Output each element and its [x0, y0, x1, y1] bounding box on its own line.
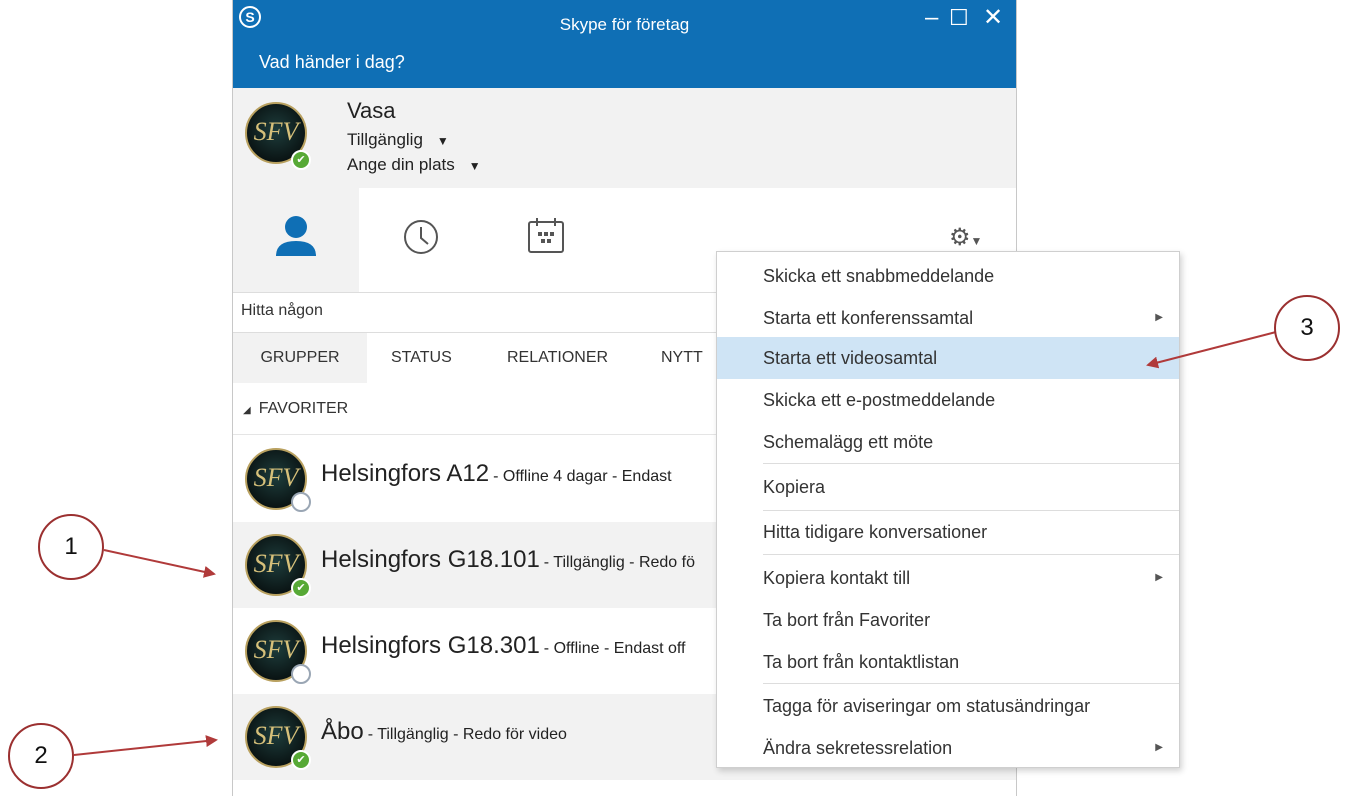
contact-status: - Offline - Endast off	[543, 640, 686, 657]
maximize-button[interactable]: ☐	[949, 6, 969, 30]
chevron-down-icon: ▼	[468, 159, 481, 173]
callout-3: 3	[1274, 295, 1340, 361]
calendar-icon	[528, 218, 564, 253]
conversations-tab[interactable]	[359, 188, 485, 292]
menu-start-video-call[interactable]: Starta ett videosamtal	[717, 337, 1179, 379]
search-placeholder: Hitta någon	[241, 302, 323, 319]
menu-tag-status-alerts[interactable]: Tagga för aviseringar om statusändringar	[717, 685, 1179, 727]
mood-message-input[interactable]: Vad händer i dag?	[259, 52, 405, 73]
contact-status: - Offline 4 dagar - Endast	[493, 468, 672, 485]
menu-remove-from-contacts[interactable]: Ta bort från kontaktlistan	[717, 641, 1179, 683]
tab-relations[interactable]: RELATIONER	[507, 333, 608, 383]
title-bar: S Skype för företag – ☐ ✕ Vad händer i d…	[233, 0, 1016, 88]
tab-new[interactable]: NYTT	[661, 333, 703, 383]
menu-separator	[763, 683, 1179, 684]
meetings-tab[interactable]	[485, 188, 611, 292]
menu-copy-contact-to[interactable]: Kopiera kontakt till ▶	[717, 557, 1179, 599]
menu-start-conference-call[interactable]: Starta ett konferenssamtal ▶	[717, 297, 1179, 339]
group-header-favorites[interactable]: ◢ FAVORITER	[243, 400, 348, 418]
menu-remove-from-favorites[interactable]: Ta bort från Favoriter	[717, 599, 1179, 641]
tab-status[interactable]: STATUS	[391, 333, 452, 383]
contact-name: Helsingfors G18.301	[321, 632, 540, 659]
menu-separator	[763, 463, 1179, 464]
offline-status-icon	[291, 492, 311, 512]
profile-name: Vasa	[347, 98, 396, 123]
options-menu-button[interactable]: ⚙▼	[949, 223, 982, 252]
minimize-button[interactable]: –	[925, 6, 938, 30]
contact-context-menu: Skicka ett snabbmeddelande Starta ett ko…	[716, 251, 1180, 768]
menu-separator	[763, 554, 1179, 555]
callout-2: 2	[8, 723, 74, 789]
contact-name: Helsingfors A12	[321, 460, 490, 487]
collapse-triangle-icon: ◢	[243, 405, 251, 416]
offline-status-icon	[291, 664, 311, 684]
menu-schedule-meeting[interactable]: Schemalägg ett möte	[717, 421, 1179, 463]
contact-name: Helsingfors G18.101	[321, 546, 540, 573]
contacts-tab[interactable]	[233, 188, 359, 292]
submenu-arrow-icon: ▶	[1155, 572, 1163, 583]
callout-arrow-1	[103, 549, 216, 578]
contact-name: Åbo	[321, 718, 364, 745]
chevron-down-icon: ▼	[436, 134, 449, 148]
menu-find-previous-conversations[interactable]: Hitta tidigare konversationer	[717, 511, 1179, 553]
menu-send-im[interactable]: Skicka ett snabbmeddelande	[717, 255, 1179, 297]
app-title: Skype för företag	[559, 15, 690, 34]
presence-label: Tillgänglig	[347, 130, 423, 149]
profile-area: SFV ✔ Vasa Tillgänglig ▼ Ange din plats ▼	[233, 88, 1016, 188]
menu-send-email[interactable]: Skicka ett e-postmeddelande	[717, 379, 1179, 421]
chevron-down-icon: ▼	[970, 234, 983, 248]
menu-change-privacy-relationship[interactable]: Ändra sekretessrelation ▶	[717, 727, 1179, 769]
presence-dropdown[interactable]: Tillgänglig ▼	[347, 130, 449, 150]
tab-groups[interactable]: GRUPPER	[233, 333, 367, 383]
contact-status: - Tillgänglig - Redo för video	[367, 726, 567, 743]
gear-icon: ⚙	[949, 224, 971, 251]
submenu-arrow-icon: ▶	[1155, 742, 1163, 753]
clock-icon	[404, 220, 438, 254]
location-label: Ange din plats	[347, 155, 455, 174]
callout-arrow-2	[73, 735, 218, 756]
available-status-icon: ✔	[291, 578, 311, 598]
close-button[interactable]: ✕	[983, 6, 1003, 30]
contact-status: - Tillgänglig - Redo fö	[543, 554, 695, 571]
callout-1: 1	[38, 514, 104, 580]
location-dropdown[interactable]: Ange din plats ▼	[347, 155, 481, 175]
available-status-icon: ✔	[291, 750, 311, 770]
submenu-arrow-icon: ▶	[1155, 312, 1163, 323]
group-name: FAVORITER	[258, 400, 349, 417]
contacts-icon	[276, 216, 316, 256]
available-status-icon: ✔	[291, 150, 311, 170]
menu-copy[interactable]: Kopiera	[717, 466, 1179, 508]
